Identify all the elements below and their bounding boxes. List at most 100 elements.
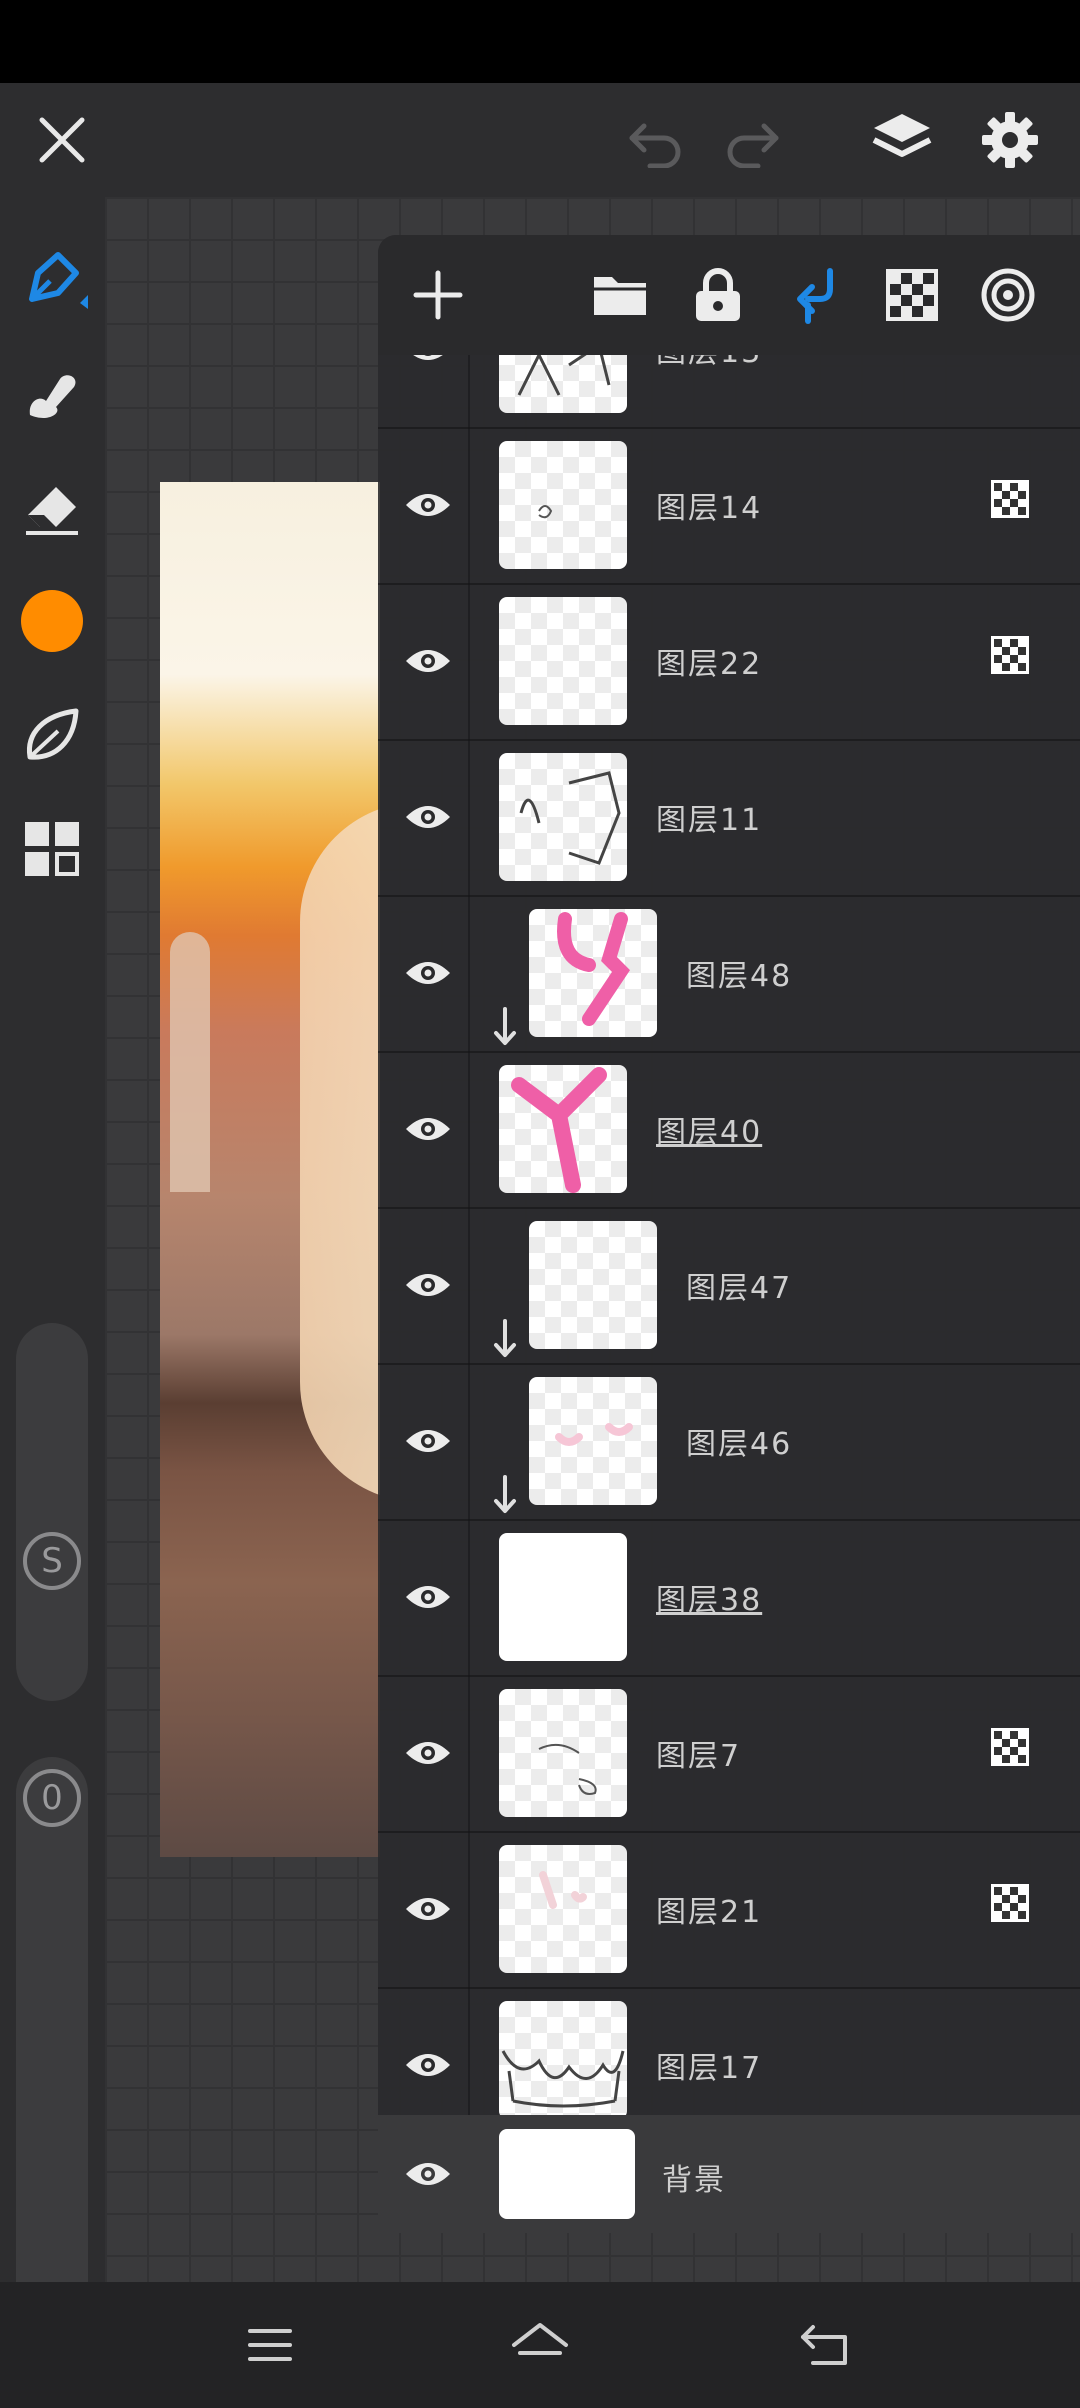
blend-mode-button[interactable] <box>966 253 1050 337</box>
menu-icon <box>248 2329 292 2361</box>
layer-row[interactable]: 图层14 <box>378 427 1080 585</box>
clipping-arrow-icon <box>494 1475 516 1513</box>
close-icon <box>39 117 85 163</box>
visibility-toggle[interactable] <box>398 2035 458 2095</box>
visibility-toggle[interactable] <box>398 1099 458 1159</box>
visibility-toggle[interactable] <box>398 475 458 535</box>
layer-thumbnail <box>529 1221 657 1349</box>
home-button[interactable] <box>500 2310 580 2380</box>
brush-library-button[interactable] <box>10 693 94 777</box>
layer-thumbnail <box>499 1533 627 1661</box>
visibility-toggle[interactable] <box>398 943 458 1003</box>
layer-thumbnail <box>499 2129 635 2219</box>
alpha-lock-button[interactable] <box>870 253 954 337</box>
menu-button[interactable] <box>230 2310 310 2380</box>
eye-icon <box>406 1586 450 1608</box>
alpha-lock-indicator-icon <box>991 1728 1029 1766</box>
gear-icon <box>982 112 1038 168</box>
layer-name: 图层47 <box>686 1271 793 1306</box>
layer-name: 图层22 <box>656 647 763 682</box>
layer-name: 图层17 <box>656 2051 763 2086</box>
visibility-toggle[interactable] <box>398 1723 458 1783</box>
layer-thumbnail <box>499 2001 627 2119</box>
redo-icon <box>727 123 779 168</box>
layer-name: 图层38 <box>656 1583 763 1618</box>
top-toolbar <box>0 83 1080 197</box>
visibility-toggle[interactable] <box>398 631 458 691</box>
layer-name: 图层11 <box>656 803 763 838</box>
alpha-lock-indicator-icon <box>991 1884 1029 1922</box>
pen-icon <box>29 252 88 309</box>
alpha-lock-indicator-icon <box>991 636 1029 674</box>
layer-row[interactable]: 图层47 <box>378 1207 1080 1365</box>
close-button[interactable] <box>12 83 112 197</box>
opacity-knob[interactable]: 0 <box>17 1763 87 1833</box>
eye-icon <box>406 1742 450 1764</box>
back-icon <box>801 2325 847 2365</box>
layer-thumbnail <box>499 1845 627 1973</box>
eye-icon <box>406 2054 450 2076</box>
layer-row[interactable]: 图层48 <box>378 895 1080 1053</box>
eraser-tool-button[interactable] <box>10 465 94 549</box>
target-icon <box>981 268 1035 322</box>
back-button[interactable] <box>786 2310 866 2380</box>
lock-icon <box>696 268 740 321</box>
layer-row[interactable]: 图层40 <box>378 1051 1080 1209</box>
redo-button[interactable] <box>702 83 802 197</box>
visibility-toggle[interactable] <box>398 1411 458 1471</box>
system-nav-bar <box>0 2282 1080 2408</box>
eye-icon <box>406 1898 450 1920</box>
alpha-lock-indicator-icon <box>991 480 1029 518</box>
layer-thumbnail <box>529 1377 657 1505</box>
layer-row[interactable]: 图层17 <box>378 1987 1080 2129</box>
leaf-icon <box>26 708 79 760</box>
eye-icon <box>406 962 450 984</box>
visibility-toggle[interactable] <box>398 787 458 847</box>
color-picker-button[interactable] <box>10 579 94 663</box>
gallery-button[interactable] <box>10 807 94 891</box>
layer-name: 图层14 <box>656 491 763 526</box>
checker-icon <box>886 269 938 321</box>
layers-button[interactable] <box>852 83 952 197</box>
new-folder-button[interactable] <box>578 253 662 337</box>
artwork-canvas[interactable] <box>160 482 380 1857</box>
visibility-toggle[interactable] <box>398 1255 458 1315</box>
layer-name: 图层46 <box>686 1427 793 1462</box>
layer-name: 背景 <box>662 2163 726 2198</box>
artwork-figure <box>300 802 380 1502</box>
size-label: S <box>41 1541 63 1581</box>
opacity-slider[interactable] <box>16 1757 88 2337</box>
smudge-tool-button[interactable] <box>10 351 94 435</box>
layer-thumbnail <box>499 1689 627 1817</box>
eye-icon <box>406 1430 450 1452</box>
layer-row[interactable]: 图层38 <box>378 1519 1080 1677</box>
undo-button[interactable] <box>606 83 706 197</box>
layer-row[interactable]: 图层7 <box>378 1675 1080 1833</box>
clipping-mask-button[interactable] <box>774 253 858 337</box>
brush-size-knob[interactable]: S <box>17 1526 87 1596</box>
layer-thumbnail <box>499 1065 627 1193</box>
visibility-toggle[interactable] <box>398 2144 458 2204</box>
status-bar <box>0 0 1080 83</box>
layer-name: 图层40 <box>656 1115 763 1150</box>
visibility-toggle[interactable] <box>398 1567 458 1627</box>
layer-row[interactable]: 图层46 <box>378 1363 1080 1521</box>
brush-size-slider[interactable] <box>16 1323 88 1701</box>
layer-thumbnail <box>529 909 657 1037</box>
layer-row-background[interactable]: 背景 <box>378 2115 1080 2233</box>
artwork-detail <box>170 932 210 1192</box>
add-layer-button[interactable] <box>396 253 480 337</box>
smudge-icon <box>29 375 76 418</box>
visibility-toggle[interactable] <box>398 1879 458 1939</box>
settings-button[interactable] <box>960 83 1060 197</box>
plus-icon <box>413 270 463 320</box>
layer-row[interactable]: 图层11 <box>378 739 1080 897</box>
pen-tool-button[interactable] <box>10 237 94 321</box>
layer-thumbnail <box>499 597 627 725</box>
clipping-arrow-icon <box>494 1319 516 1357</box>
layer-row[interactable]: 图层22 <box>378 583 1080 741</box>
lock-layer-button[interactable] <box>676 253 760 337</box>
eraser-icon <box>26 487 78 535</box>
layers-panel: 图层13 图层14 图层22 图层11 图层48 <box>378 235 1080 2233</box>
layer-row[interactable]: 图层21 <box>378 1831 1080 1989</box>
